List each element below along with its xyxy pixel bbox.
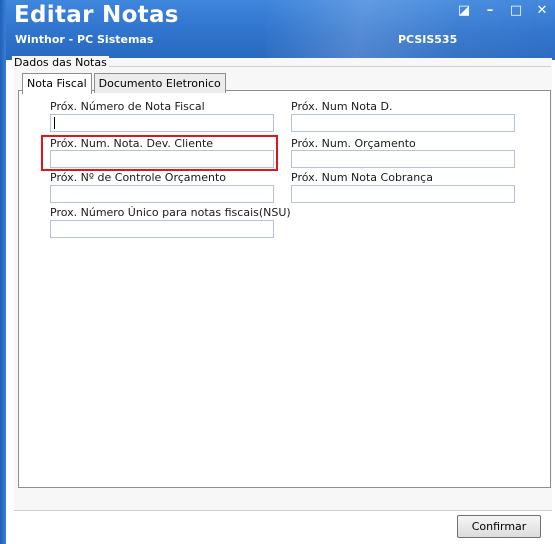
label-prox-numero-unico-nsu: Prox. Número Único para notas fiscais(NS… bbox=[50, 206, 291, 219]
window-controls: ◪ – □ ✕ bbox=[457, 3, 549, 19]
minimize-icon[interactable]: – bbox=[483, 3, 497, 19]
label-prox-num-nota-d: Próx. Num Nota D. bbox=[291, 100, 393, 113]
window-subtitle: Winthor - PC Sistemas bbox=[15, 33, 154, 46]
title-bar[interactable]: Editar Notas Winthor - PC Sistemas PCSIS… bbox=[6, 0, 555, 60]
restore-icon[interactable]: ◪ bbox=[457, 3, 471, 19]
input-prox-num-nota-d[interactable] bbox=[291, 114, 515, 132]
confirm-button[interactable]: Confirmar bbox=[457, 515, 541, 538]
label-prox-numero-nota-fiscal: Próx. Número de Nota Fiscal bbox=[50, 100, 205, 113]
maximize-icon[interactable]: □ bbox=[509, 3, 523, 19]
tab-documento-eletronico[interactable]: Documento Eletronico bbox=[93, 73, 226, 93]
label-prox-num-nota-cobranca: Próx. Num Nota Cobrança bbox=[291, 171, 433, 184]
input-prox-numero-unico-nsu[interactable] bbox=[50, 220, 274, 238]
label-prox-num-orcamento: Próx. Num. Orçamento bbox=[291, 137, 416, 150]
input-prox-num-orcamento[interactable] bbox=[291, 150, 515, 168]
input-prox-num-nota-cobranca[interactable] bbox=[291, 185, 515, 203]
label-prox-controle-orcamento: Próx. Nº de Controle Orçamento bbox=[50, 171, 227, 184]
close-icon[interactable]: ✕ bbox=[535, 3, 549, 19]
window-title: Editar Notas bbox=[14, 2, 179, 28]
section-label: Dados das Notas bbox=[12, 56, 109, 69]
window-code: PCSIS535 bbox=[398, 33, 458, 46]
input-prox-numero-nota-fiscal[interactable] bbox=[50, 114, 274, 132]
highlight-box bbox=[41, 135, 278, 171]
tab-nota-fiscal[interactable]: Nota Fiscal bbox=[22, 73, 92, 94]
text-caret bbox=[54, 117, 55, 129]
desktop-edge bbox=[0, 0, 6, 544]
tab-strip: Nota Fiscal Documento Eletronico bbox=[22, 72, 228, 94]
input-prox-controle-orcamento[interactable] bbox=[50, 185, 274, 203]
